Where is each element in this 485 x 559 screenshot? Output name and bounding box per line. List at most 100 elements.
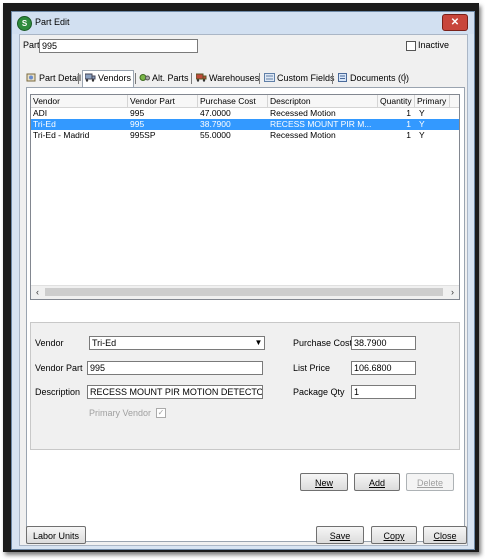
column-header-vendor[interactable]: Vendor [31,95,128,107]
scrollbar-thumb[interactable] [45,288,443,296]
vendor-label: Vendor [35,338,64,348]
table-row-selected[interactable]: Tri-Ed 995 38.7900 RECESS MOUNT PIR M...… [31,119,459,130]
save-button-label: Save [329,531,351,541]
inactive-checkbox[interactable] [406,41,416,51]
tab-documents-label: Documents (0) [350,73,410,83]
column-header-description[interactable]: Descripton [268,95,378,107]
tab-custom-fields[interactable]: Custom Fields [264,71,335,85]
description-input[interactable]: RECESS MOUNT PIR MOTION DETECTOR [87,385,263,399]
delete-button-label: Delete [416,478,443,488]
part-edit-window: S Part Edit ✕ Part 995 Inactive Part Det… [11,11,475,550]
chevron-down-icon[interactable]: ▼ [253,337,264,349]
cell-description: Recessed Motion [270,130,336,140]
vendors-grid[interactable]: Vendor Vendor Part Purchase Cost Descrip… [30,94,460,300]
truck-icon [84,72,96,82]
cell-vendor-part: 995SP [130,130,156,140]
save-button[interactable]: Save [316,526,364,544]
cell-purchase-cost: 47.0000 [200,108,231,118]
purchase-cost-label: Purchase Cost [293,338,353,348]
labor-units-button[interactable]: Labor Units [26,526,86,544]
column-header-primary[interactable]: Primary [415,95,450,107]
window-close-button[interactable]: ✕ [442,14,468,31]
column-header-quantity[interactable]: Quantity [378,95,415,107]
cell-vendor-part: 995 [130,108,145,118]
close-button-label: Close [433,531,457,541]
purchase-cost-input[interactable]: 38.7900 [351,336,416,350]
part-input[interactable]: 995 [39,39,198,53]
new-button-label: New [314,478,333,488]
labor-units-button-label: Labor Units [32,531,80,541]
table-row[interactable]: Tri-Ed - Madrid 995SP 55.0000 Recessed M… [31,130,459,141]
window-shadow-frame: S Part Edit ✕ Part 995 Inactive Part Det… [3,3,479,552]
list-price-label: List Price [293,363,331,373]
grid-header: Vendor Vendor Part Purchase Cost Descrip… [31,95,459,108]
grid-horizontal-scrollbar[interactable]: ‹ › [31,285,459,299]
cell-primary: Y [419,119,425,129]
cell-description: RECESS MOUNT PIR M... [270,119,372,129]
primary-vendor-label: Primary Vendor [89,408,152,418]
cell-vendor-part: 995 [130,119,145,129]
tab-separator [191,73,192,84]
cell-description: Recessed Motion [270,108,336,118]
add-button-label: Add [368,478,385,488]
gears-icon [139,72,150,81]
tab-separator [259,73,260,84]
warehouse-truck-icon [195,72,207,82]
tab-vendors-label: Vendors [98,73,132,83]
description-label: Description [35,387,81,397]
tab-separator [135,73,136,84]
close-button[interactable]: Close [423,526,467,544]
vendor-dropdown[interactable]: Tri-Ed ▼ [89,336,265,350]
tab-separator [78,73,79,84]
new-button[interactable]: New [300,473,348,491]
tab-separator [404,73,405,84]
tab-warehouses-label: Warehouses [209,73,260,83]
title-bar[interactable]: S Part Edit ✕ [12,12,474,34]
vendor-part-input[interactable]: 995 [87,361,263,375]
tab-vendors[interactable]: Vendors [82,70,135,87]
dialog-client-area: Part 995 Inactive Part Detail Vendors Al… [19,34,468,546]
window-title: Part Edit [35,17,70,27]
scroll-left-arrow[interactable]: ‹ [31,286,44,299]
column-header-purchase-cost[interactable]: Purchase Cost [198,95,268,107]
add-button[interactable]: Add [354,473,400,491]
part-label: Part [23,40,40,50]
cell-primary: Y [419,130,425,140]
vendor-dropdown-value: Tri-Ed [92,338,117,348]
inactive-label: Inactive [418,40,450,50]
column-header-vendor-part[interactable]: Vendor Part [128,95,198,107]
cell-vendor: Tri-Ed [33,119,56,129]
primary-vendor-checkbox[interactable]: ✓ [156,408,166,418]
part-detail-icon [26,72,37,82]
cell-quantity: 1 [406,119,411,129]
tab-alt-parts[interactable]: Alt. Parts [139,71,189,85]
tab-documents[interactable]: Documents (0) [337,71,409,85]
tab-part-detail[interactable]: Part Detail [26,71,81,85]
vendor-part-label: Vendor Part [35,363,83,373]
cell-primary: Y [419,108,425,118]
cell-purchase-cost: 55.0000 [200,130,231,140]
table-row[interactable]: ADI 995 47.0000 Recessed Motion 1 Y [31,108,459,119]
vendors-tab-panel: Vendor Vendor Part Purchase Cost Descrip… [26,87,465,542]
package-qty-input[interactable]: 1 [351,385,416,399]
list-price-input[interactable]: 106.6800 [351,361,416,375]
tab-warehouses[interactable]: Warehouses [195,71,260,85]
delete-button[interactable]: Delete [406,473,454,491]
copy-button-label: Copy [383,531,405,541]
tab-custom-fields-label: Custom Fields [277,73,335,83]
tab-alt-parts-label: Alt. Parts [152,73,189,83]
document-icon [337,72,348,82]
vendor-detail-form: Vendor Tri-Ed ▼ Vendor Part 995 Descript… [30,322,460,450]
scroll-right-arrow[interactable]: › [446,286,459,299]
tab-separator [332,73,333,84]
cell-vendor: ADI [33,108,48,118]
cell-vendor: Tri-Ed - Madrid [33,130,90,140]
cell-quantity: 1 [406,108,411,118]
custom-fields-icon [264,72,275,82]
tab-part-detail-label: Part Detail [39,73,82,83]
app-icon: S [17,16,32,31]
cell-purchase-cost: 38.7900 [200,119,231,129]
package-qty-label: Package Qty [293,387,345,397]
copy-button[interactable]: Copy [371,526,417,544]
cell-quantity: 1 [406,130,411,140]
